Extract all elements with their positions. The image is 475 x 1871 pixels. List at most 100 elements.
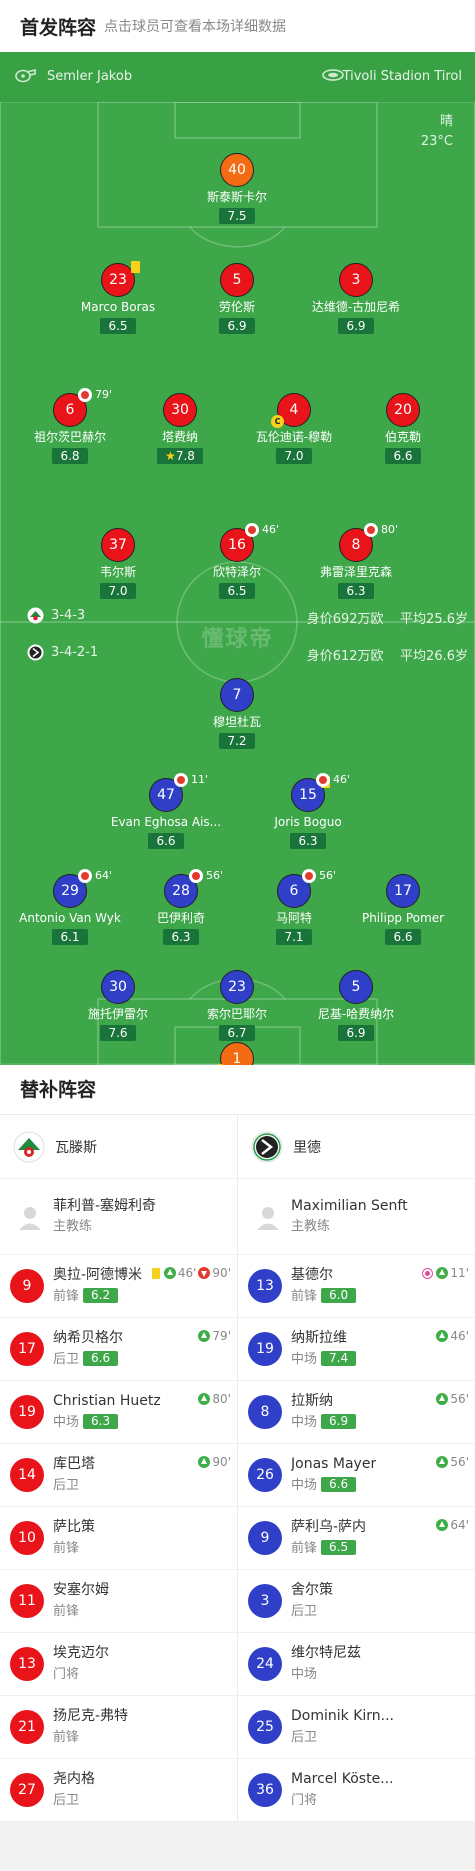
home-sub-player-14[interactable]: 14 库巴塔 后卫 90' xyxy=(0,1444,237,1507)
sub-shirt-number: 36 xyxy=(248,1773,282,1807)
yellow-card-icon xyxy=(131,261,140,273)
sub-info: Dominik Kirn... 后卫 xyxy=(291,1706,394,1748)
player-away-17[interactable]: 17 Philipp Pomer 6.6 xyxy=(333,874,473,945)
player-home-20[interactable]: 20 伯克勒 6.6 xyxy=(333,393,473,464)
substituted-off-icon xyxy=(78,388,92,402)
coach-avatar-icon xyxy=(257,1206,279,1230)
player-home-8[interactable]: 8 80' 弗雷泽里克森 6.3 xyxy=(286,523,426,599)
substituted-off-icon xyxy=(316,773,330,787)
player-rating: 6.5 xyxy=(219,583,255,599)
sub-shirt-number: 9 xyxy=(248,1521,282,1555)
sub-shirt-number: 25 xyxy=(248,1710,282,1744)
away-sub-player-26[interactable]: 26 Jonas Mayer 中场 6.6 56' xyxy=(238,1444,475,1507)
away-coach[interactable]: Maximilian Senft 主教练 xyxy=(238,1179,475,1255)
player-rating: 7.0 xyxy=(276,448,312,464)
home-sub-player-27[interactable]: 27 尧内格 后卫 xyxy=(0,1759,237,1822)
pitch: Semler Jakob Tivoli Stadion Tirol 晴 23°C… xyxy=(0,52,475,1065)
home-team-header[interactable]: 瓦滕斯 xyxy=(0,1115,237,1179)
sub-off-minute: 46' xyxy=(262,523,280,536)
away-sub-player-24[interactable]: 24 维尔特尼兹 中场 xyxy=(238,1633,475,1696)
home-coach-name: 菲利普-塞姆利奇 xyxy=(53,1197,157,1214)
away-sub-player-8[interactable]: 8 拉斯纳 中场 6.9 56' xyxy=(238,1381,475,1444)
sub-shirt-number: 17 xyxy=(10,1332,44,1366)
player-away-7[interactable]: 7 穆坦杜瓦 7.2 xyxy=(167,678,307,749)
away-squad-meta: 身价612万欧 平均26.6岁 xyxy=(307,645,468,664)
lineup-header: 首发阵容 点击球员可查看本场详细数据 xyxy=(0,0,475,52)
home-coach-role: 主教练 xyxy=(53,1218,93,1234)
sub-position: 门将 xyxy=(291,1793,318,1808)
sub-rating: 6.0 xyxy=(321,1288,357,1303)
shirt-number: 1 xyxy=(220,1042,254,1065)
home-sub-player-19[interactable]: 19 Christian Huetz 中场 6.3 80' xyxy=(0,1381,237,1444)
player-disc-wrap: 23 xyxy=(101,261,140,297)
home-sub-player-21[interactable]: 21 扬尼克-弗特 前锋 xyxy=(0,1696,237,1759)
player-disc-wrap: 30 xyxy=(101,970,135,1004)
sub-position: 门将 xyxy=(53,1667,80,1682)
sub-on-icon xyxy=(436,1456,449,1468)
sub-on-minute: 46' xyxy=(450,1329,469,1343)
player-rating-value: 6.9 xyxy=(227,319,247,333)
player-rating-value: 7.0 xyxy=(108,584,128,598)
player-disc-wrap: 4C xyxy=(271,393,311,428)
sub-position: 前锋 xyxy=(53,1604,80,1619)
player-rating: 7.2 xyxy=(219,733,255,749)
away-sub-player-3[interactable]: 3 舍尔策 后卫 xyxy=(238,1570,475,1633)
player-disc-wrap: 15 46' xyxy=(291,773,350,812)
home-sub-player-13[interactable]: 13 埃克迈尔 门将 xyxy=(0,1633,237,1696)
player-name: 伯克勒 xyxy=(384,430,421,444)
player-rating-value: 7.6 xyxy=(108,1026,128,1040)
sub-on-icon xyxy=(198,1330,211,1342)
player-disc-wrap: 37 xyxy=(101,528,135,562)
player-rating: 7.0 xyxy=(100,583,136,599)
subs-grid: 瓦滕斯 菲利普-塞姆利奇 主教练 9 奥拉-阿德博米 前锋 6.2 46' 90' 17 纳希… xyxy=(0,1115,475,1822)
home-sub-player-9[interactable]: 9 奥拉-阿德博米 前锋 6.2 46' 90' xyxy=(0,1255,237,1318)
sub-shirt-number: 3 xyxy=(248,1584,282,1618)
sub-info: 尧内格 后卫 xyxy=(53,1769,95,1811)
sub-events: 56' xyxy=(436,1455,469,1469)
player-home-3[interactable]: 3 达维德-古加尼希 6.9 xyxy=(286,263,426,334)
home-sub-player-17[interactable]: 17 纳希贝格尔 后卫 6.6 79' xyxy=(0,1318,237,1381)
sub-shirt-number: 9 xyxy=(10,1269,44,1303)
player-disc-wrap: 6 79' xyxy=(53,388,112,427)
player-disc-wrap: 30 xyxy=(163,393,197,427)
goal-icon xyxy=(422,1267,434,1279)
home-sub-player-10[interactable]: 10 萨比策 前锋 xyxy=(0,1507,237,1570)
home-team-name: 瓦滕斯 xyxy=(55,1139,97,1156)
player-rating: 6.3 xyxy=(338,583,374,599)
match-info-bar: Semler Jakob Tivoli Stadion Tirol xyxy=(0,52,475,102)
home-squad-age: 平均25.6岁 xyxy=(400,612,468,627)
player-gk-40[interactable]: 40 斯泰斯卡尔 7.5 xyxy=(167,153,307,224)
sub-on-icon xyxy=(198,1456,211,1468)
player-disc-wrap: 47 11' xyxy=(149,773,208,812)
player-rating: 6.9 xyxy=(338,1025,374,1041)
player-rating: 7.1 xyxy=(276,929,312,945)
away-sub-player-13[interactable]: 13 基德尔 前锋 6.0 11' xyxy=(238,1255,475,1318)
player-gk-1[interactable]: 1C雷特纳7.0 xyxy=(167,1042,307,1065)
away-sub-player-19[interactable]: 19 纳斯拉维 中场 7.4 46' xyxy=(238,1318,475,1381)
player-rating-value: 7.2 xyxy=(227,734,247,748)
sub-info: 库巴塔 后卫 xyxy=(53,1454,95,1496)
away-sub-player-36[interactable]: 36 Marcel Köste... 门将 xyxy=(238,1759,475,1822)
substituted-off-icon xyxy=(302,869,316,883)
sub-off-icon xyxy=(198,1267,211,1279)
star-icon: ★ xyxy=(165,449,176,463)
player-away-47[interactable]: 47 11' Evan Eghosa Ais... 6.6 xyxy=(96,773,236,849)
away-sub-player-25[interactable]: 25 Dominik Kirn... 后卫 xyxy=(238,1696,475,1759)
coach-avatar-icon xyxy=(19,1206,41,1230)
shirt-number: 30 xyxy=(163,393,197,427)
player-rating-value: 6.6 xyxy=(393,449,413,463)
away-team-header[interactable]: 里德 xyxy=(238,1115,475,1179)
player-away-5[interactable]: 5 尼基-哈费纳尔 6.9 xyxy=(286,970,426,1041)
away-sub-player-9[interactable]: 9 萨利乌-萨内 前锋 6.5 64' xyxy=(238,1507,475,1570)
sub-shirt-number: 8 xyxy=(248,1395,282,1429)
home-sub-player-11[interactable]: 11 安塞尔姆 前锋 xyxy=(0,1570,237,1633)
sub-name: 舍尔策 xyxy=(291,1582,333,1598)
shirt-number: 23 xyxy=(220,970,254,1004)
substituted-off-icon xyxy=(174,773,188,787)
shirt-number: 23 xyxy=(101,263,135,297)
sub-info: 扬尼克-弗特 前锋 xyxy=(53,1706,128,1748)
player-away-15[interactable]: 15 46' Joris Boguo 6.3 xyxy=(238,773,378,849)
sub-on-icon xyxy=(436,1393,449,1405)
lineup-page: 首发阵容 点击球员可查看本场详细数据 Semler Jakob Tivoli S… xyxy=(0,0,475,1871)
home-coach[interactable]: 菲利普-塞姆利奇 主教练 xyxy=(0,1179,237,1255)
